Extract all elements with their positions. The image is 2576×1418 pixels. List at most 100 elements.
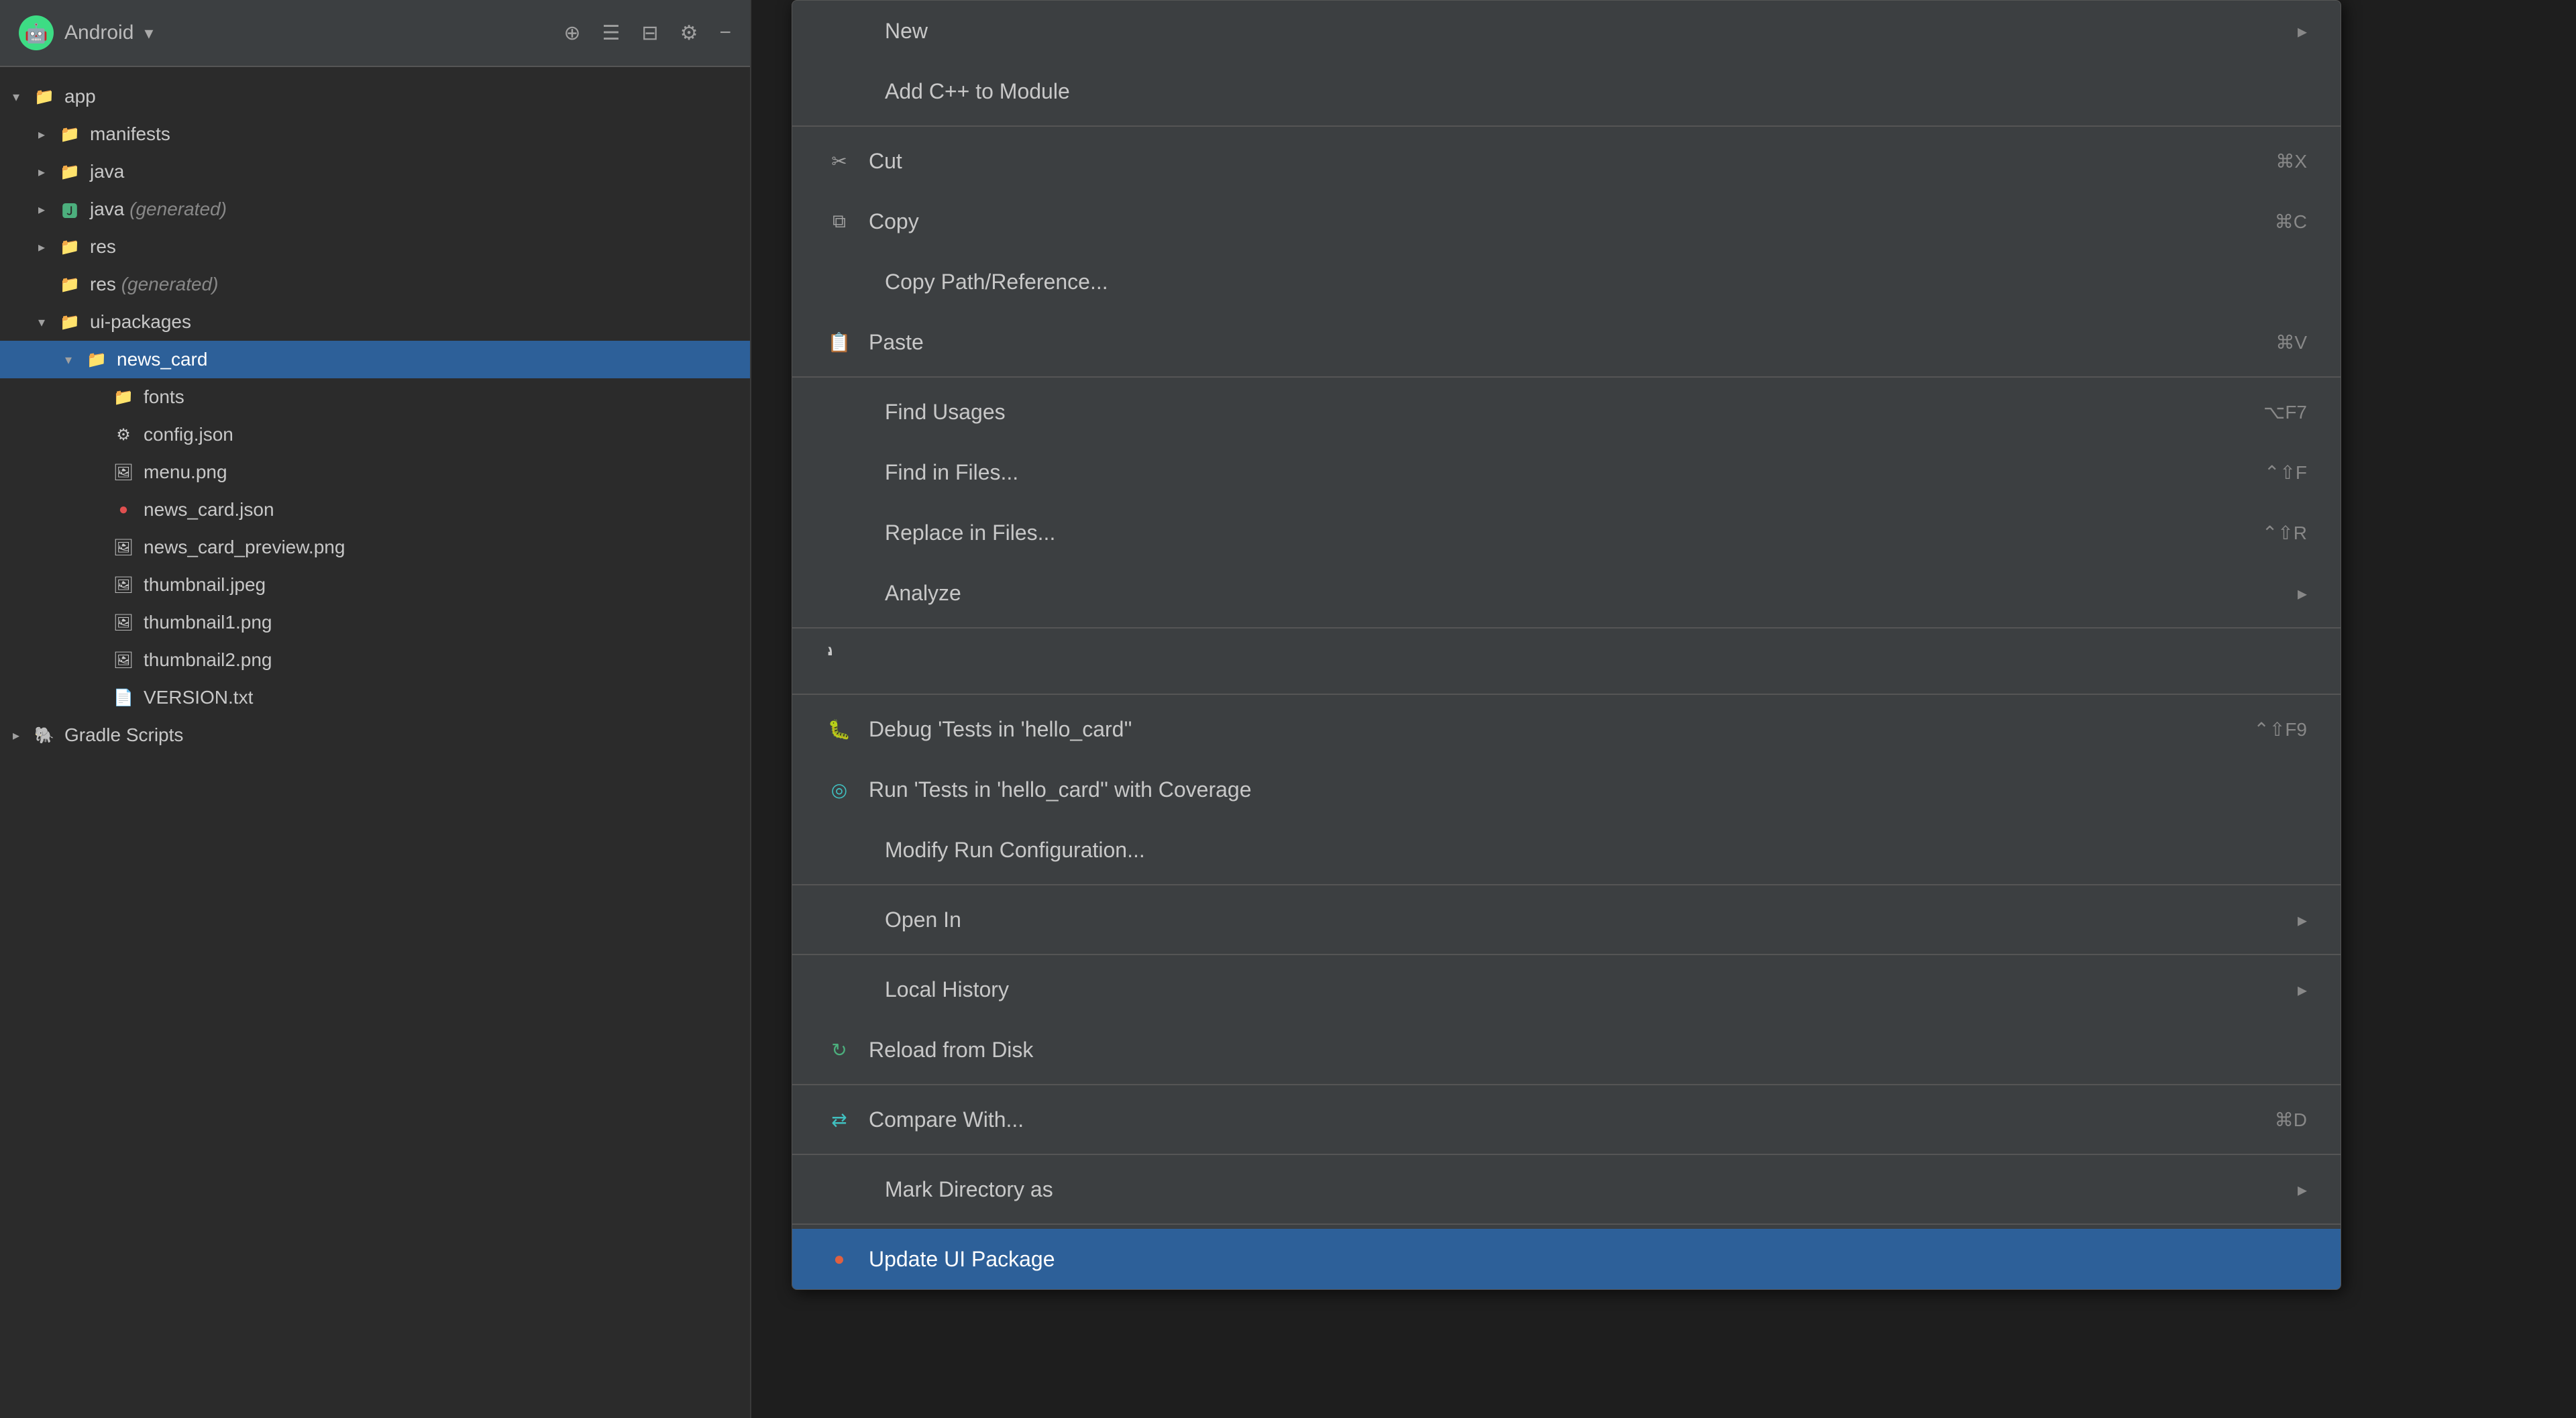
- reload-icon: ↻: [826, 1036, 853, 1063]
- menu-label-find-in-files: Find in Files...: [885, 460, 2248, 485]
- android-icon: 🤖: [19, 15, 54, 50]
- menu-label-modify-run-config: Modify Run Configuration...: [885, 838, 2307, 863]
- tree-item-res[interactable]: 📁 res: [0, 228, 750, 266]
- tree-item-config-json[interactable]: ⚙ config.json: [0, 416, 750, 453]
- context-menu: New ▸ Add C++ to Module ✂ Cut ⌘X ⧉ Copy …: [792, 0, 2341, 1290]
- tree-item-news-card-preview-png[interactable]: 🖼 news_card_preview.png: [0, 529, 750, 566]
- paste-shortcut: ⌘V: [2275, 331, 2307, 353]
- submenu-arrow-icon: ▸: [2298, 1179, 2307, 1201]
- java-gen-icon: 🅹: [58, 197, 82, 221]
- menu-item-find-in-files[interactable]: Find in Files... ⌃⇧F: [792, 442, 2341, 502]
- menu-label-local-history: Local History: [885, 977, 2282, 1002]
- menu-item-update-ui-package[interactable]: ● Update UI Package: [792, 1229, 2341, 1289]
- project-title[interactable]: 🤖 Android ▾: [19, 15, 153, 50]
- add-icon[interactable]: ⊕: [564, 21, 580, 45]
- chevron-icon: [8, 89, 24, 105]
- tree-item-news-card-json[interactable]: ● news_card.json: [0, 491, 750, 529]
- config-file-icon: ⚙: [111, 423, 136, 447]
- debug-shortcut: ⌃⇧F9: [2253, 718, 2307, 741]
- tree-label: menu.png: [144, 461, 737, 483]
- tree-label: thumbnail1.png: [144, 612, 737, 633]
- menu-label-paste: Paste: [869, 330, 2259, 355]
- submenu-arrow-icon: ▸: [2298, 20, 2307, 42]
- separator: [792, 1223, 2341, 1225]
- menu-label-find-usages: Find Usages: [885, 400, 2247, 425]
- tree-item-java[interactable]: 📁 java: [0, 153, 750, 190]
- file-tree-panel: 🤖 Android ▾ ⊕ ☰ ⊟ ⚙ − 📁 app 📁 manifests …: [0, 0, 751, 1418]
- menu-item-run-coverage[interactable]: ◎ Run 'Tests in 'hello_card'' with Cover…: [792, 759, 2341, 820]
- menu-item-analyze[interactable]: Analyze ▸: [792, 563, 2341, 623]
- tree-label: res: [90, 236, 737, 258]
- menu-item-debug-tests[interactable]: 🐛 Debug 'Tests in 'hello_card'' ⌃⇧F9: [792, 699, 2341, 759]
- tree-label: app: [64, 86, 737, 107]
- folder-icon: 📁: [111, 385, 136, 409]
- tree-item-res-generated[interactable]: 📁 res (generated): [0, 266, 750, 303]
- chevron-icon: [34, 126, 50, 143]
- gradle-icon: 🐘: [32, 723, 56, 747]
- menu-item-copy[interactable]: ⧉ Copy ⌘C: [792, 191, 2341, 252]
- tree-item-thumbnail-jpeg[interactable]: 🖼 thumbnail.jpeg: [0, 566, 750, 604]
- menu-item-paste[interactable]: 📋 Paste ⌘V: [792, 312, 2341, 372]
- find-usages-shortcut: ⌥F7: [2263, 401, 2307, 423]
- cut-icon: ✂: [826, 148, 853, 174]
- menu-item-compare-with[interactable]: ⇄ Compare With... ⌘D: [792, 1089, 2341, 1150]
- copy-icon: ⧉: [826, 208, 853, 235]
- menu-label-cut: Cut: [869, 149, 2259, 174]
- menu-item-reload-from-disk[interactable]: ↻ Reload from Disk: [792, 1020, 2341, 1080]
- menu-item-find-usages[interactable]: Find Usages ⌥F7: [792, 382, 2341, 442]
- tree-label: manifests: [90, 123, 737, 145]
- minimize-icon[interactable]: −: [719, 21, 731, 44]
- separator: [792, 627, 2341, 629]
- cut-shortcut: ⌘X: [2275, 150, 2307, 172]
- menu-item-local-history[interactable]: Local History ▸: [792, 959, 2341, 1020]
- compare-shortcut: ⌘D: [2275, 1109, 2307, 1131]
- tree-item-news-card[interactable]: 📁 news_card: [0, 341, 750, 378]
- chevron-icon: [34, 201, 50, 218]
- tree-item-menu-png[interactable]: 🖼 menu.png: [0, 453, 750, 491]
- tree-label: java (generated): [90, 199, 737, 220]
- separator: [792, 1084, 2341, 1085]
- tree-item-java-generated[interactable]: 🅹 java (generated): [0, 190, 750, 228]
- chevron-icon: [8, 727, 24, 744]
- loading-spinner: ʻ: [792, 633, 2341, 690]
- settings-icon[interactable]: ⚙: [680, 21, 698, 45]
- menu-label-debug-tests: Debug 'Tests in 'hello_card'': [869, 717, 2237, 742]
- chevron-down-icon: ▾: [144, 23, 153, 44]
- json-file-icon: ●: [111, 498, 136, 522]
- menu-label-update-ui-package: Update UI Package: [869, 1247, 2307, 1272]
- menu-item-copy-path[interactable]: Copy Path/Reference...: [792, 252, 2341, 312]
- tree-item-thumbnail2-png[interactable]: 🖼 thumbnail2.png: [0, 641, 750, 679]
- collapse-all-icon[interactable]: ☰: [602, 21, 621, 45]
- menu-item-open-in[interactable]: Open In ▸: [792, 889, 2341, 950]
- copy-shortcut: ⌘C: [2275, 211, 2307, 233]
- menu-label-run-coverage: Run 'Tests in 'hello_card'' with Coverag…: [869, 777, 2307, 802]
- menu-label-copy-path: Copy Path/Reference...: [885, 270, 2307, 294]
- tree-item-ui-packages[interactable]: 📁 ui-packages: [0, 303, 750, 341]
- paste-icon: 📋: [826, 329, 853, 356]
- png-file-icon: 🖼: [111, 460, 136, 484]
- separator: [792, 884, 2341, 885]
- tree-item-version-txt[interactable]: 📄 VERSION.txt: [0, 679, 750, 716]
- expand-icon[interactable]: ⊟: [641, 21, 658, 45]
- folder-icon: 📁: [58, 235, 82, 259]
- tree-item-app[interactable]: 📁 app: [0, 78, 750, 115]
- tree-item-fonts[interactable]: 📁 fonts: [0, 378, 750, 416]
- tree-item-gradle-scripts[interactable]: 🐘 Gradle Scripts: [0, 716, 750, 754]
- tree-item-thumbnail1-png[interactable]: 🖼 thumbnail1.png: [0, 604, 750, 641]
- jpeg-file-icon: 🖼: [111, 573, 136, 597]
- menu-item-replace-in-files[interactable]: Replace in Files... ⌃⇧R: [792, 502, 2341, 563]
- menu-label-analyze: Analyze: [885, 581, 2282, 606]
- tree-item-manifests[interactable]: 📁 manifests: [0, 115, 750, 153]
- chevron-icon: [34, 164, 50, 180]
- tree-label: config.json: [144, 424, 737, 445]
- menu-item-cut[interactable]: ✂ Cut ⌘X: [792, 131, 2341, 191]
- png-file-icon: 🖼: [111, 535, 136, 559]
- folder-icon: 📁: [58, 122, 82, 146]
- menu-item-new[interactable]: New ▸: [792, 1, 2341, 61]
- menu-item-add-cpp[interactable]: Add C++ to Module: [792, 61, 2341, 121]
- menu-item-mark-directory-as[interactable]: Mark Directory as ▸: [792, 1159, 2341, 1219]
- separator: [792, 954, 2341, 955]
- menu-item-modify-run-config[interactable]: Modify Run Configuration...: [792, 820, 2341, 880]
- compare-icon: ⇄: [826, 1106, 853, 1133]
- menu-label-open-in: Open In: [885, 908, 2282, 932]
